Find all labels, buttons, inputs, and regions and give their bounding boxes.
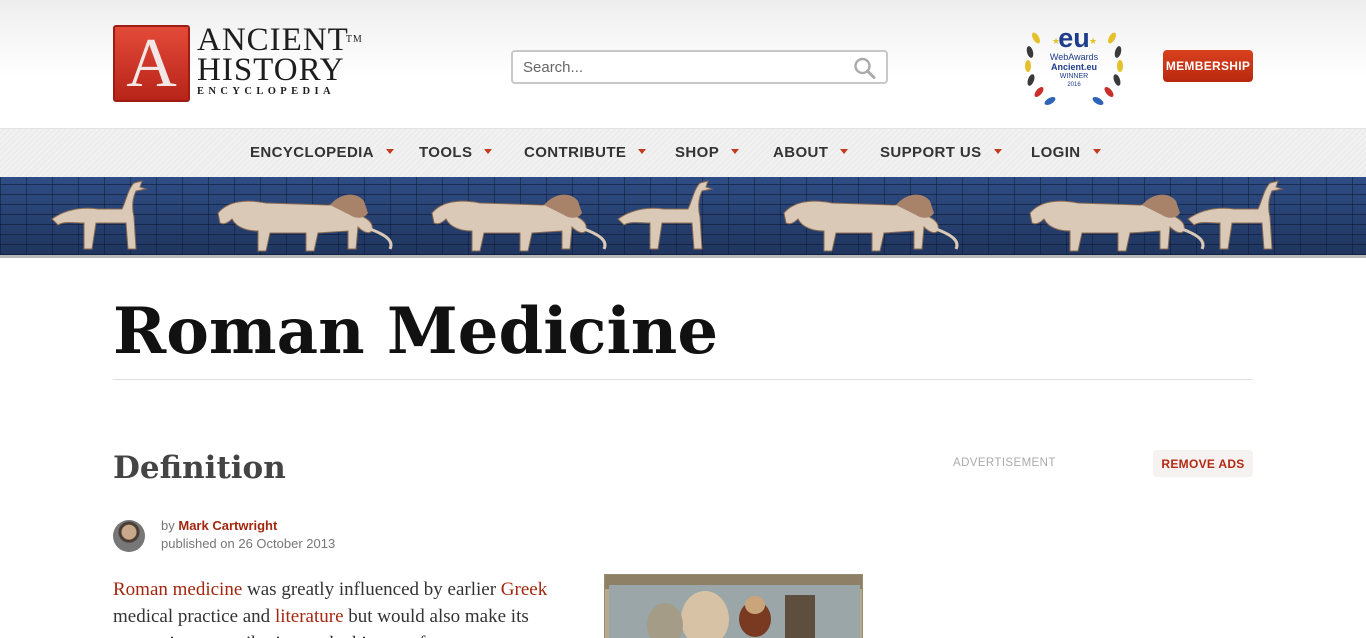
nav-item-about[interactable]: ABOUT (773, 144, 849, 164)
published-date: published on 26 October 2013 (161, 536, 336, 551)
nav-label: TOOLS (419, 144, 473, 161)
logo-line1: ANCIENT (197, 22, 349, 58)
nav-label: LOGIN (1031, 144, 1081, 161)
article-image[interactable] (604, 574, 863, 638)
decorative-banner (0, 177, 1366, 258)
fresco-image (605, 575, 862, 638)
byline: by Mark Cartwright (161, 518, 277, 533)
award-line3: WINNER (1059, 73, 1089, 80)
nav-label: ENCYCLOPEDIA (250, 144, 374, 161)
chevron-down-icon (484, 149, 493, 154)
nav-label: CONTRIBUTE (524, 144, 627, 161)
chevron-down-icon (1092, 149, 1101, 154)
title-divider (113, 379, 1253, 380)
logo-trademark: TM (345, 34, 363, 45)
award-year: 2016 (1067, 82, 1081, 88)
link-literature[interactable]: literature (275, 606, 344, 627)
award-badge: ★ ★ eu WebAwards Ancient.eu WINNER 2016 (1022, 18, 1126, 110)
by-label: by (161, 518, 175, 533)
chevron-down-icon (840, 149, 849, 154)
site-header: A ANCIENT TM HISTORY ENCYCLOPEDIA Search… (0, 0, 1366, 128)
search-icon[interactable] (853, 57, 877, 79)
nav-label: SHOP (675, 144, 720, 161)
remove-ads-button[interactable]: REMOVE ADS (1153, 450, 1253, 477)
ishtar-gate-frieze-icon (51, 180, 1283, 253)
advertisement-label: ADVERTISEMENT (953, 457, 1056, 469)
chevron-down-icon (731, 149, 740, 154)
chevron-down-icon (638, 149, 647, 154)
body-text: was greatly influenced by earlier (242, 579, 501, 600)
chevron-down-icon (993, 149, 1002, 154)
nav-item-encyclopedia[interactable]: ENCYCLOPEDIA (250, 144, 394, 164)
site-logo[interactable]: A ANCIENT TM HISTORY ENCYCLOPEDIA (113, 22, 362, 102)
search-box (511, 50, 888, 84)
logo-line2: HISTORY (197, 52, 345, 88)
logo-wordmark: ANCIENT TM HISTORY ENCYCLOPEDIA (197, 22, 362, 99)
nav-item-tools[interactable]: TOOLS (419, 144, 493, 164)
section-heading: Definition (113, 450, 286, 486)
nav-item-contribute[interactable]: CONTRIBUTE (524, 144, 647, 164)
article-paragraph: Roman medicine was greatly influenced by… (113, 576, 563, 638)
award-eu: eu (1058, 23, 1090, 53)
link-greek[interactable]: Greek (501, 579, 547, 600)
page-title: Roman Medicine (113, 294, 719, 369)
award-line2: Ancient.eu (1050, 62, 1097, 72)
award-line1: WebAwards (1049, 52, 1099, 62)
nav-label: SUPPORT US (880, 144, 982, 161)
main-nav: ENCYCLOPEDIA TOOLS CONTRIBUTE SHOP ABOUT… (0, 128, 1366, 177)
chevron-down-icon (385, 149, 394, 154)
body-text: medical practice and (113, 606, 275, 627)
membership-button[interactable]: MEMBERSHIP (1163, 50, 1253, 82)
search-input[interactable] (513, 52, 833, 82)
link-roman-medicine[interactable]: Roman medicine (113, 579, 242, 600)
nav-item-shop[interactable]: SHOP (675, 144, 740, 164)
logo-letter: A (126, 24, 177, 102)
logo-mark: A (113, 25, 190, 102)
logo-line3: ENCYCLOPEDIA (197, 86, 335, 97)
nav-item-support-us[interactable]: SUPPORT US (880, 144, 1002, 164)
author-avatar[interactable] (113, 520, 145, 552)
nav-item-login[interactable]: LOGIN (1031, 144, 1101, 164)
nav-label: ABOUT (773, 144, 829, 161)
author-link[interactable]: Mark Cartwright (178, 518, 277, 533)
